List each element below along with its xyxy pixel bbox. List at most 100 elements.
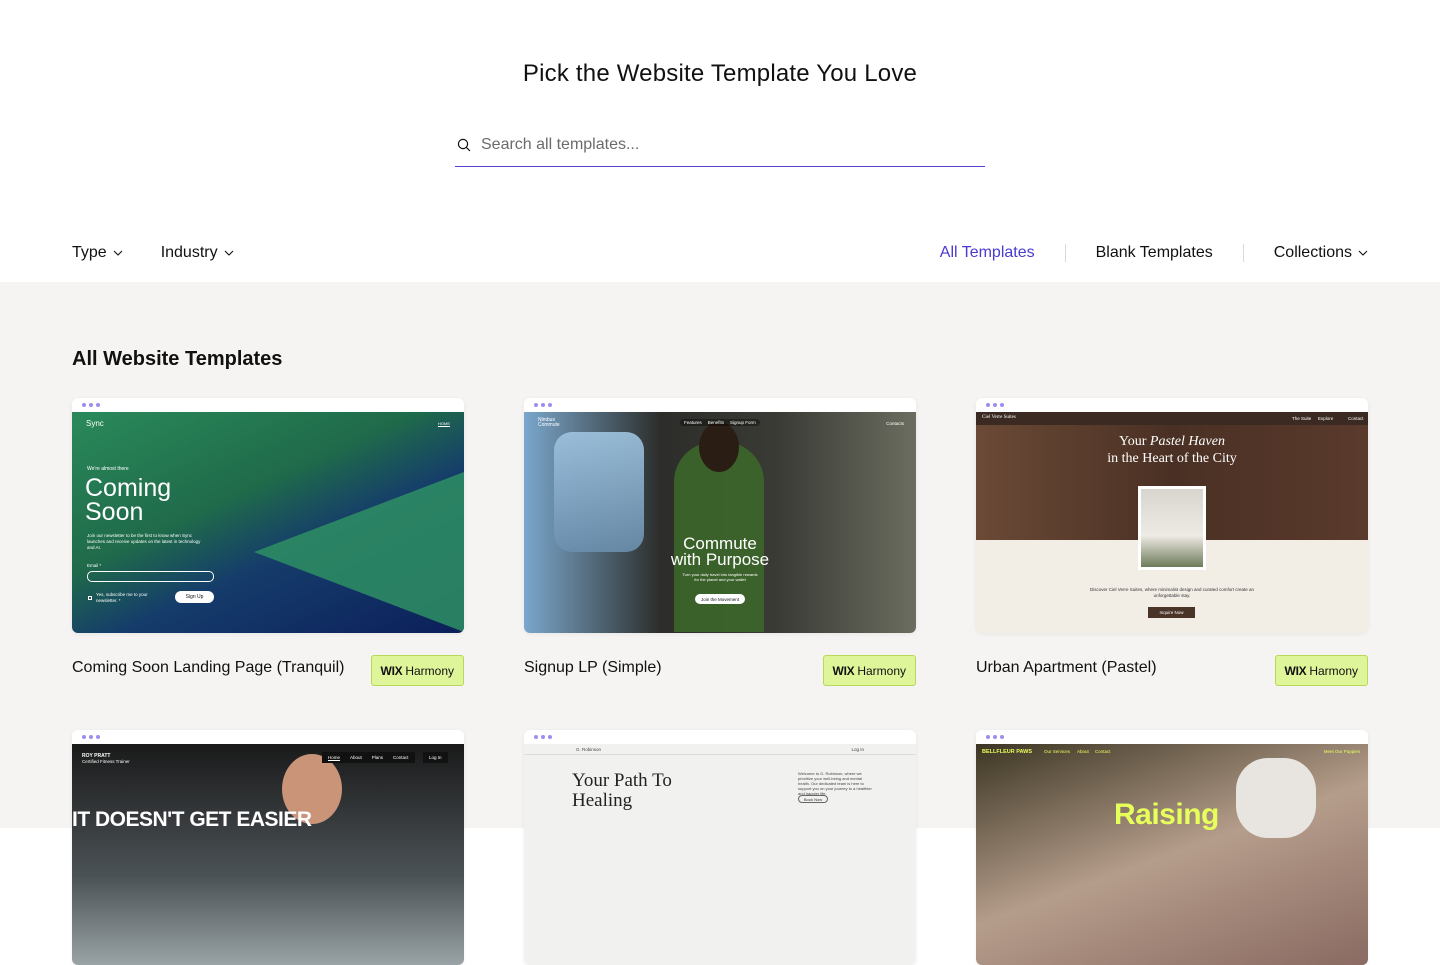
type-filter[interactable]: Type: [72, 244, 123, 262]
preview-email-label: Email *: [87, 563, 102, 568]
search-bar[interactable]: [455, 124, 985, 167]
harmony-badge: WIX Harmony: [370, 655, 464, 686]
preview-nav: Features Benefits Signup Form: [680, 419, 760, 426]
preview-headline: with Purpose: [670, 550, 770, 569]
tab-all-templates[interactable]: All Templates: [910, 244, 1065, 262]
template-name[interactable]: Urban Apartment (Pastel): [976, 659, 1157, 677]
harmony-badge: WIX Harmony: [1274, 655, 1368, 686]
chevron-down-icon: [113, 250, 123, 256]
section-title: All Website Templates: [72, 348, 283, 370]
preview-checkbox: [88, 596, 92, 600]
preview-divider: [524, 754, 916, 755]
template-preview-image: Nimbus Commute Features Benefits Signup …: [524, 412, 916, 633]
template-card[interactable]: BELLFLEUR PAWS Our Services About Contac…: [976, 730, 1368, 965]
template-preview-image: G. Robinson Log In Your Path To Healing …: [524, 744, 916, 965]
preview-button: Join the Movement: [695, 594, 745, 604]
tab-collections[interactable]: Collections: [1244, 244, 1368, 262]
preview-headline: in the Heart of the City: [1107, 451, 1237, 466]
header-section: Pick the Website Template You Love Type …: [0, 0, 1440, 282]
preview-building-image: [1141, 489, 1203, 567]
preview-email-field: [87, 571, 214, 582]
preview-body: Discover Ciel Verre Suites, where minima…: [1089, 587, 1255, 598]
preview-nav-item: Features: [684, 420, 702, 425]
preview-nav-item: About: [350, 755, 362, 760]
search-icon: [449, 130, 479, 160]
preview-headline: Healing: [572, 790, 633, 811]
preview-logo: Ciel Verre Suites: [982, 415, 1016, 420]
preview-nav-item: Plans: [371, 755, 384, 760]
preview-headline: Your Path To: [572, 770, 672, 791]
page-title: Pick the Website Template You Love: [522, 60, 918, 87]
preview-button: Book Now: [798, 795, 828, 803]
preview-nav: Home About Plans Contact: [322, 752, 415, 763]
browser-dots: [524, 730, 916, 744]
preview-body: Turn your daily travel into tangible rew…: [682, 572, 758, 582]
preview-login: Log In: [851, 747, 864, 752]
preview-login: Log In: [423, 752, 448, 763]
preview-nav-item: Benefits: [707, 420, 725, 425]
template-thumbnail[interactable]: BELLFLEUR PAWS Our Services About Contac…: [976, 730, 1368, 965]
template-thumbnail[interactable]: Ciel Verre Suites The Suite Explore Cont…: [976, 398, 1368, 633]
preview-nav-item: Contacts: [886, 421, 904, 426]
template-tabs: All Templates Blank Templates Collection…: [910, 244, 1368, 262]
badge-label: Harmony: [405, 663, 454, 678]
preview-headline-italic: Pastel Haven: [1149, 434, 1225, 449]
template-thumbnail[interactable]: G. Robinson Log In Your Path To Healing …: [524, 730, 916, 965]
template-card[interactable]: Ciel Verre Suites The Suite Explore Cont…: [976, 398, 1368, 686]
preview-nav-item: About: [1077, 749, 1089, 754]
browser-dots: [524, 398, 916, 412]
templates-section: All Website Templates Sync HOME We're al…: [0, 282, 1440, 965]
preview-head-shape: [699, 422, 739, 472]
chevron-down-icon: [1358, 250, 1368, 256]
template-thumbnail[interactable]: ROY PRATT Certified Fitness Trainer Home…: [72, 730, 464, 965]
preview-headline-part: Your: [1119, 434, 1150, 449]
preview-nav: HOME: [438, 421, 450, 426]
preview-nav-item: Contact: [1348, 416, 1364, 421]
preview-nav-item: The Suite: [1292, 416, 1312, 421]
chevron-down-icon: [224, 250, 233, 256]
preview-nav-item: Contact: [393, 755, 409, 760]
preview-nav-item: Contact: [1095, 749, 1111, 754]
preview-building-frame: [1138, 486, 1206, 570]
preview-logo: G. Robinson: [576, 747, 602, 752]
browser-dots: [976, 730, 1368, 744]
preview-logo: Nimbus Commute: [538, 417, 560, 428]
preview-headline: Soon: [85, 498, 144, 526]
template-preview-image: BELLFLEUR PAWS Our Services About Contac…: [976, 744, 1368, 965]
template-name[interactable]: Signup LP (Simple): [524, 659, 662, 677]
wix-logo: WIX: [832, 663, 855, 678]
template-preview-image: Sync HOME We're almost there Coming Soon…: [72, 412, 464, 633]
template-card[interactable]: G. Robinson Log In Your Path To Healing …: [524, 730, 916, 965]
template-thumbnail[interactable]: Sync HOME We're almost there Coming Soon…: [72, 398, 464, 633]
preview-headline: Raising: [1114, 798, 1219, 831]
badge-label: Harmony: [857, 663, 906, 678]
preview-nav-item: Our Services: [1044, 749, 1071, 754]
preview-nav-item: Home: [328, 755, 341, 760]
browser-dots: [976, 398, 1368, 412]
industry-filter[interactable]: Industry: [161, 244, 234, 262]
filter-bar: Type Industry: [72, 244, 234, 262]
industry-filter-label: Industry: [160, 244, 218, 261]
wix-logo: WIX: [380, 663, 403, 678]
preview-nav-item: Signup Form: [730, 420, 756, 425]
decorative-shape: [254, 472, 464, 632]
preview-body: Welcome to G. Robinson, where we priorit…: [798, 771, 872, 796]
template-preview-image: Ciel Verre Suites The Suite Explore Cont…: [976, 412, 1368, 633]
search-input[interactable]: [481, 136, 961, 154]
template-card[interactable]: Sync HOME We're almost there Coming Soon…: [72, 398, 464, 686]
preview-window-shape: [554, 432, 644, 552]
template-card[interactable]: Nimbus Commute Features Benefits Signup …: [524, 398, 916, 686]
template-name[interactable]: Coming Soon Landing Page (Tranquil): [72, 659, 344, 677]
tab-collections-label: Collections: [1273, 244, 1352, 261]
template-preview-image: ROY PRATT Certified Fitness Trainer Home…: [72, 744, 464, 965]
badge-label: Harmony: [1309, 663, 1358, 678]
wix-logo: WIX: [1284, 663, 1307, 678]
template-card[interactable]: ROY PRATT Certified Fitness Trainer Home…: [72, 730, 464, 965]
tab-blank-templates[interactable]: Blank Templates: [1066, 244, 1243, 262]
template-thumbnail[interactable]: Nimbus Commute Features Benefits Signup …: [524, 398, 916, 633]
preview-subtitle: Certified Fitness Trainer: [82, 759, 130, 764]
preview-headline: Coming: [85, 474, 172, 502]
preview-nav-item: Explore: [1318, 416, 1334, 421]
preview-checkbox-label: Yes, subscribe me to your newsletter. *: [96, 592, 148, 603]
preview-headline: Your Pastel Haven: [976, 434, 1368, 450]
